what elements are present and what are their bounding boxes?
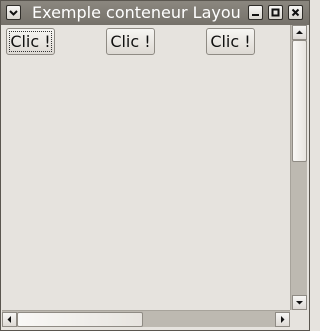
click-button-1[interactable]: Clic ! [6,28,55,55]
click-button-2[interactable]: Clic ! [106,28,155,55]
minimize-button[interactable] [248,5,263,20]
scroll-down-button[interactable] [292,295,307,310]
close-icon [291,8,300,17]
chevron-down-icon [9,10,18,16]
vertical-scrollbar[interactable] [290,25,307,310]
arrow-left-icon [7,316,11,323]
close-button[interactable] [288,5,303,20]
layout-container: Clic ! Clic ! Clic ! [2,25,289,310]
title-bar[interactable]: Exemple conteneur Layou [1,1,309,25]
minimize-icon [252,14,259,16]
arrow-right-icon [281,316,285,323]
arrow-up-icon [296,30,303,34]
window-menu-button[interactable] [6,5,21,20]
maximize-button[interactable] [268,5,283,20]
horizontal-scroll-thumb[interactable] [17,312,143,327]
window-title: Exemple conteneur Layou [32,3,241,22]
horizontal-scrollbar[interactable] [2,310,290,327]
scroll-left-button[interactable] [2,312,17,327]
app-window: Exemple conteneur Layou Clic ! Clic ! Cl… [0,0,310,331]
maximize-icon [271,8,280,17]
scroll-up-button[interactable] [292,25,307,40]
vertical-scroll-thumb[interactable] [292,40,307,162]
arrow-down-icon [296,301,303,305]
scroll-right-button[interactable] [275,312,290,327]
click-button-3[interactable]: Clic ! [206,28,255,55]
scrollbar-corner [290,310,307,327]
